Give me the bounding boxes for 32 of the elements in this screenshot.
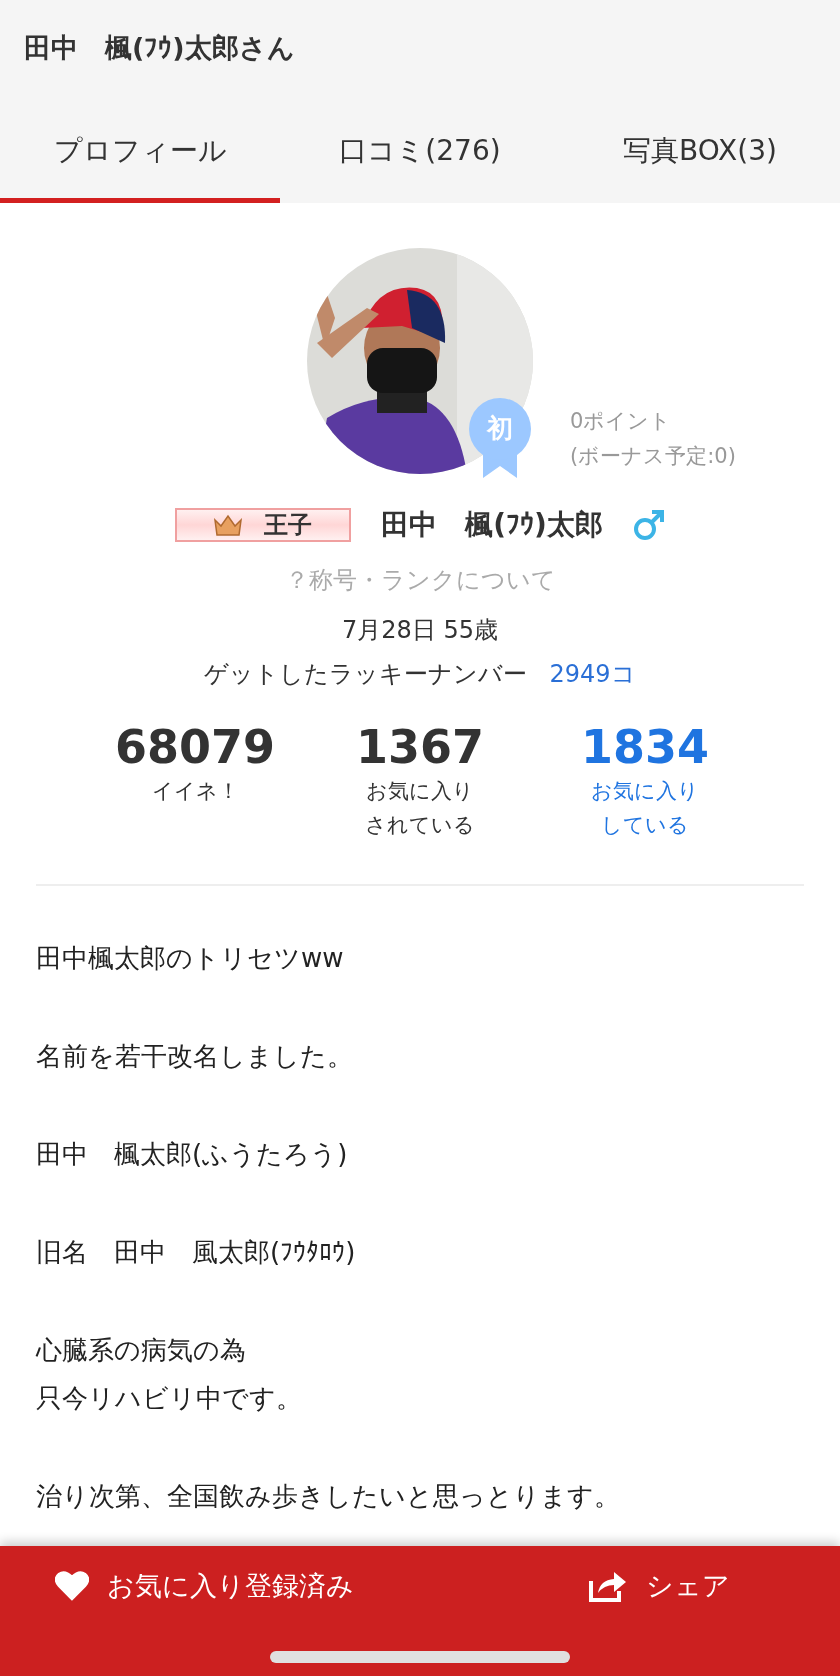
male-symbol-icon xyxy=(632,509,665,541)
bio-line: 名前を若干改名しました。 xyxy=(36,1040,354,1073)
favorite-button[interactable]: お気に入り登録済み xyxy=(55,1568,354,1604)
bio-line: 田中楓太郎のトリセツww xyxy=(36,942,345,975)
lucky-number-label: ゲットしたラッキーナンバー xyxy=(204,659,528,690)
stat-label: お気に入り xyxy=(366,778,474,805)
rank-label: 王子 xyxy=(264,510,313,541)
stat-label[interactable]: お気に入り xyxy=(591,774,699,808)
lucky-number-count[interactable]: 2949コ xyxy=(549,658,636,690)
bio-line: 治り次第、全国飲み歩きしたいと思っとります。 xyxy=(36,1480,621,1513)
bio-line: 心臓系の病気の為 xyxy=(36,1334,247,1367)
crown-icon xyxy=(214,514,243,536)
tab[interactable]: プロフィール xyxy=(0,100,280,203)
bio-line: 只今リハビリ中です。 xyxy=(36,1382,303,1415)
stat-value: 68079 xyxy=(114,720,275,774)
user-name: 田中 楓(ﾌｳ)太郎 xyxy=(381,507,603,543)
bio-line: 田中 楓太郎(ふうたろう) xyxy=(36,1138,349,1171)
share-icon xyxy=(588,1569,628,1603)
page-title: 田中 楓(ﾌｳ)太郎さん xyxy=(23,31,296,65)
birthday-age: 7月28日 55歳 xyxy=(342,615,498,646)
stat-value[interactable]: 1834 xyxy=(581,720,709,774)
badge-label: 初 xyxy=(485,412,514,445)
stat-label: イイネ！ xyxy=(151,778,239,805)
stat-label[interactable]: している xyxy=(601,808,689,842)
stat-value: 1367 xyxy=(356,720,484,774)
tab[interactable]: 口コミ(276) xyxy=(280,100,560,203)
tab[interactable]: 写真BOX(3) xyxy=(560,100,840,203)
bonus-text: (ボーナス予定:0) xyxy=(570,443,737,470)
stat-label: されている xyxy=(365,812,475,839)
bio-line: 旧名 田中 風太郎(ﾌｳﾀﾛｳ) xyxy=(36,1236,357,1269)
points-text: 0ポイント xyxy=(570,408,673,435)
share-button[interactable]: シェア xyxy=(588,1568,730,1604)
